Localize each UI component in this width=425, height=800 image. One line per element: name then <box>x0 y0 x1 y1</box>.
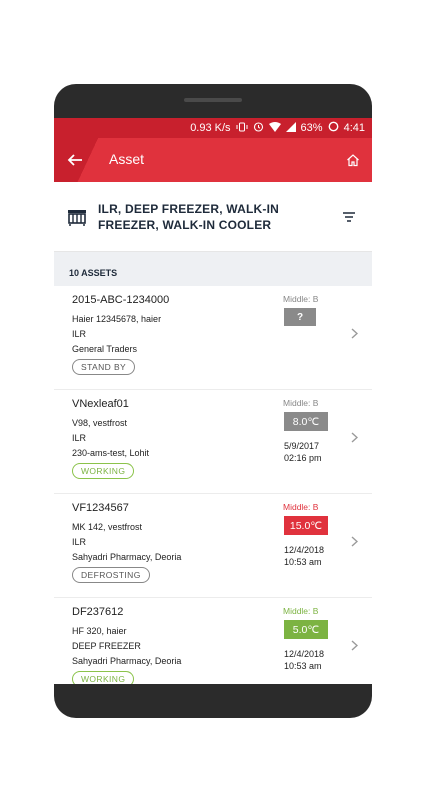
sort-icon <box>343 211 355 222</box>
asset-type-filter-label: ILR, DEEP FREEZER, WALK-IN FREEZER, WALK… <box>98 201 279 232</box>
temperature-badge: ? <box>284 308 316 326</box>
wifi-icon <box>268 121 281 135</box>
app-bar: Asset <box>54 138 372 182</box>
asset-row[interactable]: DF237612 HF 320, haier DEEP FREEZER Sahy… <box>54 598 372 684</box>
home-icon <box>347 154 359 167</box>
sort-button[interactable] <box>338 206 360 228</box>
asset-model: HF 320, haier <box>72 626 127 636</box>
phone-frame: 0.93 K/s 63% 4:41 Asset ILR, DEEP FREEZE… <box>54 84 372 718</box>
asset-location: Sahyadri Pharmacy, Deoria <box>72 656 182 666</box>
back-button[interactable] <box>64 149 86 171</box>
asset-location: 230-ams-test, Lohit <box>72 448 150 458</box>
asset-row[interactable]: VF1234567 MK 142, vestfrost ILR Sahyadri… <box>54 494 372 598</box>
asset-id: DF237612 <box>72 606 124 618</box>
status-badge: WORKING <box>72 671 135 684</box>
freezer-icon <box>68 209 86 226</box>
temperature-badge: 8.0℃ <box>284 412 328 431</box>
signal-icon <box>285 121 296 135</box>
asset-type: ILR <box>72 433 87 443</box>
chevron-right-icon <box>348 326 360 340</box>
asset-type: ILR <box>72 537 87 547</box>
reading-date: 5/9/2017 02:16 pm <box>284 440 322 464</box>
status-badge: WORKING <box>72 463 135 479</box>
status-bar: 0.93 K/s 63% 4:41 <box>54 118 372 138</box>
temperature-badge: 5.0℃ <box>284 620 328 639</box>
reading-date-value: 5/9/2017 <box>284 441 320 451</box>
chevron-right-icon <box>348 430 360 444</box>
battery-icon <box>328 121 339 135</box>
reading-time-value: 02:16 pm <box>284 453 322 463</box>
home-button[interactable] <box>342 149 364 171</box>
phone-speaker <box>184 98 242 102</box>
chevron-right-icon <box>348 638 360 652</box>
arrow-left-icon <box>67 154 82 166</box>
alarm-icon <box>253 121 264 135</box>
sensor-label: Middle: B <box>283 294 319 304</box>
asset-location: General Traders <box>72 344 138 354</box>
status-badge: STAND BY <box>72 359 136 375</box>
clock-time: 4:41 <box>343 122 365 134</box>
asset-id: 2015-ABC-1234000 <box>72 294 170 306</box>
vibrate-icon <box>236 122 248 135</box>
reading-date: 12/4/2018 10:53 am <box>284 648 324 672</box>
chevron-right-icon <box>348 534 360 548</box>
sensor-label: Middle: B <box>283 502 319 512</box>
asset-count: 10 ASSETS <box>54 252 372 286</box>
asset-model: MK 142, vestfrost <box>72 522 143 532</box>
reading-time-value: 10:53 am <box>284 661 322 671</box>
asset-type: ILR <box>72 329 87 339</box>
asset-model: V98, vestfrost <box>72 418 128 428</box>
status-badge: DEFROSTING <box>72 567 150 583</box>
temperature-badge: 15.0℃ <box>284 516 328 535</box>
sensor-label: Middle: B <box>283 606 319 616</box>
sensor-label: Middle: B <box>283 398 319 408</box>
asset-location: Sahyadri Pharmacy, Deoria <box>72 552 182 562</box>
asset-id: VNexleaf01 <box>72 398 129 410</box>
reading-date-value: 12/4/2018 <box>284 545 325 555</box>
app-screen: 0.93 K/s 63% 4:41 Asset ILR, DEEP FREEZE… <box>54 118 372 684</box>
asset-row[interactable]: VNexleaf01 V98, vestfrost ILR 230-ams-te… <box>54 390 372 494</box>
asset-model: Haier 12345678, haier <box>72 314 162 324</box>
reading-time-value: 10:53 am <box>284 557 322 567</box>
reading-date-value: 12/4/2018 <box>284 649 325 659</box>
asset-type: DEEP FREEZER <box>72 641 141 651</box>
asset-type-filter[interactable]: ILR, DEEP FREEZER, WALK-IN FREEZER, WALK… <box>54 182 372 252</box>
page-title: Asset <box>109 151 145 167</box>
asset-id: VF1234567 <box>72 502 129 514</box>
asset-row[interactable]: 2015-ABC-1234000 Haier 12345678, haier I… <box>54 286 372 390</box>
battery-percent: 63% <box>300 122 323 134</box>
reading-date: 12/4/2018 10:53 am <box>284 544 324 568</box>
network-speed: 0.93 K/s <box>190 122 231 134</box>
